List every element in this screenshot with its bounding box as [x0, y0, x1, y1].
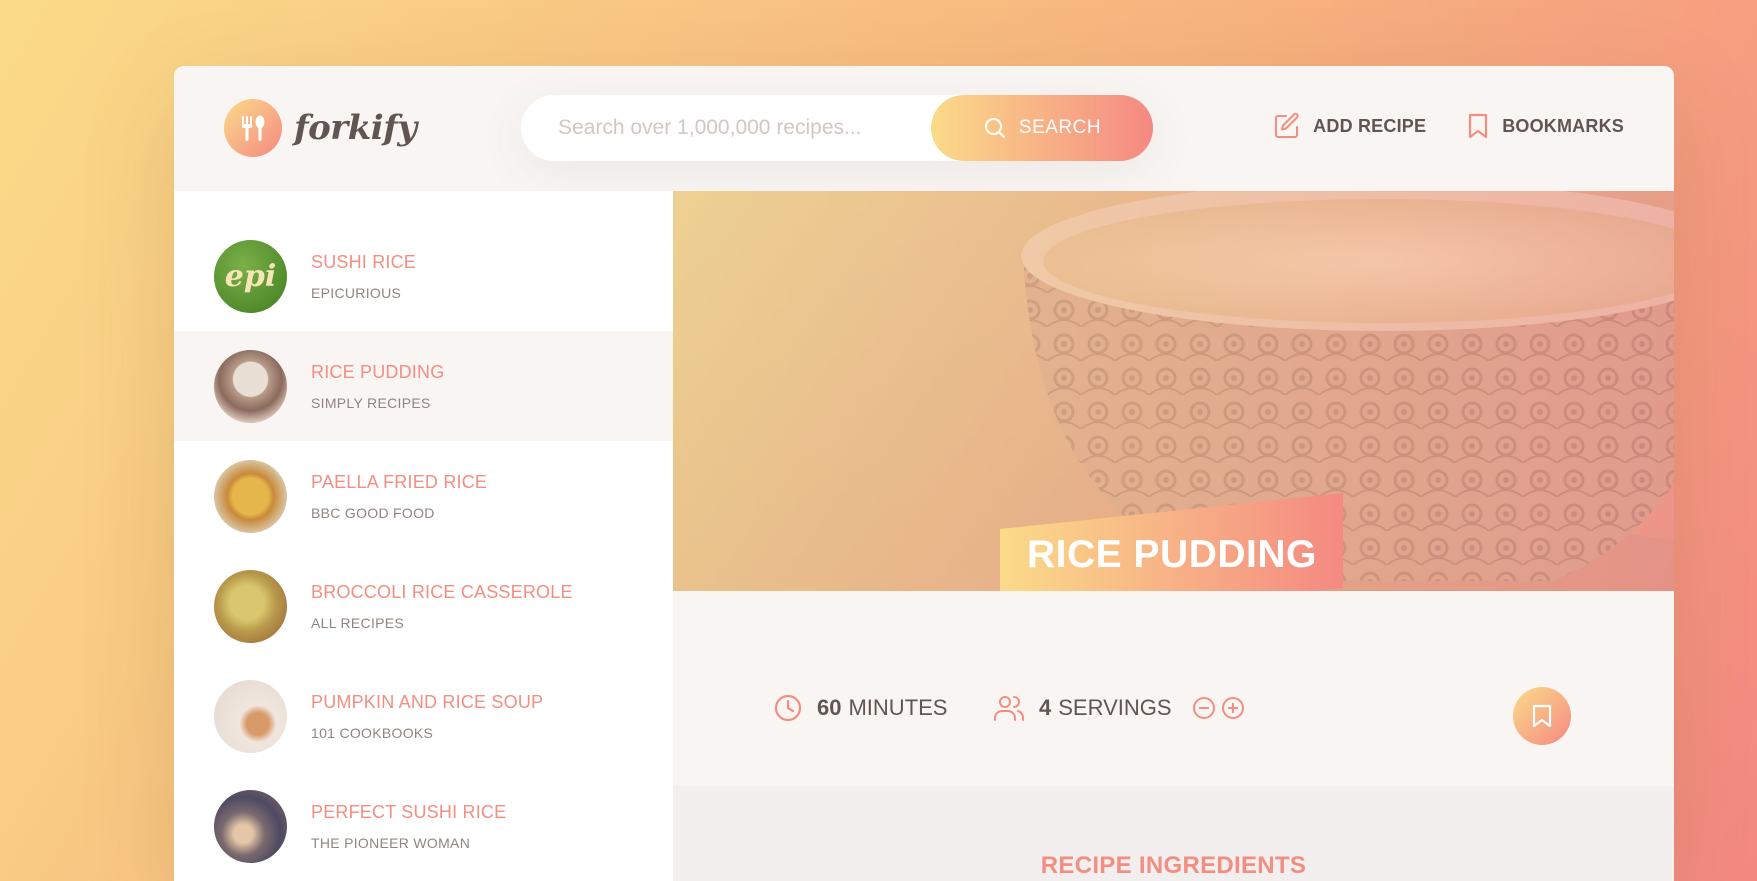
- fork-spoon-icon: [224, 99, 282, 157]
- result-title: BROCCOLI RICE CASSEROLE: [311, 581, 573, 602]
- epi-logo-text: epi: [225, 259, 276, 294]
- ingredients-heading: RECIPE INGREDIENTS: [1040, 852, 1307, 879]
- result-item[interactable]: BROCCOLI RICE CASSEROLE ALL RECIPES: [174, 551, 673, 661]
- search-form: SEARCH: [521, 95, 1153, 161]
- ingredients-section: RECIPE INGREDIENTS: [673, 786, 1674, 881]
- nav: ADD RECIPE BOOKMARKS: [1273, 112, 1624, 140]
- users-icon: [994, 696, 1024, 721]
- recipe-details: 60 MINUTES 4 SERVINGS: [673, 591, 1674, 786]
- logo[interactable]: forkify: [224, 99, 417, 157]
- recipe-title: RICE PUDDING: [1026, 532, 1317, 576]
- recipe-thumbnail: [214, 349, 287, 423]
- app-container: forkify SEARCH ADD RECIPE: [174, 66, 1674, 881]
- search-button[interactable]: SEARCH: [931, 95, 1153, 161]
- plus-circle-icon[interactable]: [1221, 696, 1245, 720]
- bookmarks-button[interactable]: BOOKMARKS: [1466, 112, 1624, 140]
- minutes-value: 60: [817, 695, 842, 720]
- cooking-time: 60 MINUTES: [773, 693, 947, 723]
- recipe-thumbnail: [214, 679, 287, 753]
- result-title: PUMPKIN AND RICE SOUP: [311, 691, 544, 712]
- result-title: RICE PUDDING: [311, 361, 445, 382]
- recipe-thumbnail: epi: [214, 239, 287, 313]
- result-publisher: BBC GOOD FOOD: [311, 504, 435, 521]
- servings-stepper: [1192, 696, 1245, 720]
- bookmark-recipe-button[interactable]: [1513, 687, 1571, 745]
- result-title: PAELLA FRIED RICE: [311, 471, 488, 492]
- servings-value: 4: [1039, 695, 1052, 720]
- servings-label: SERVINGS: [1058, 695, 1172, 720]
- result-item[interactable]: PAELLA FRIED RICE BBC GOOD FOOD: [174, 441, 673, 551]
- search-input[interactable]: [521, 95, 941, 161]
- servings: 4 SERVINGS: [993, 693, 1245, 723]
- recipe-thumbnail: [214, 789, 287, 863]
- recipe-thumbnail: [214, 569, 287, 643]
- add-recipe-label: ADD RECIPE: [1313, 115, 1427, 136]
- result-publisher: ALL RECIPES: [311, 614, 405, 631]
- result-publisher: SIMPLY RECIPES: [311, 394, 431, 411]
- add-recipe-button[interactable]: ADD RECIPE: [1273, 112, 1426, 140]
- recipe-view: RICE PUDDING 60 MINUTES 4 SERVINGS RECIP…: [673, 191, 1674, 881]
- search-icon: [984, 118, 1005, 138]
- result-item-active[interactable]: RICE PUDDING SIMPLY RECIPES: [174, 331, 673, 441]
- result-title: SUSHI RICE: [311, 251, 417, 272]
- result-title: PERFECT SUSHI RICE: [311, 801, 507, 822]
- header: forkify SEARCH ADD RECIPE: [174, 66, 1674, 191]
- result-item[interactable]: PUMPKIN AND RICE SOUP 101 COOKBOOKS: [174, 661, 673, 771]
- result-item[interactable]: PERFECT SUSHI RICE THE PIONEER WOMAN: [174, 771, 673, 881]
- recipe-image: RICE PUDDING: [673, 191, 1674, 591]
- clock-icon: [774, 694, 802, 722]
- result-publisher: 101 COOKBOOKS: [311, 724, 434, 741]
- bookmark-icon: [1532, 704, 1552, 728]
- recipe-thumbnail: [214, 459, 287, 533]
- result-publisher: THE PIONEER WOMAN: [311, 834, 471, 851]
- result-publisher: EPICURIOUS: [311, 284, 402, 301]
- logo-text: forkify: [294, 108, 417, 148]
- result-item[interactable]: epi SUSHI RICE EPICURIOUS: [174, 221, 673, 331]
- minus-circle-icon[interactable]: [1192, 696, 1216, 720]
- edit-icon: [1275, 112, 1299, 138]
- bookmarks-label: BOOKMARKS: [1502, 115, 1624, 136]
- search-button-label: SEARCH: [1018, 117, 1102, 138]
- minutes-label: MINUTES: [848, 695, 948, 720]
- bookmark-icon: [1469, 113, 1488, 139]
- search-results: epi SUSHI RICE EPICURIOUS RICE PUDDING S…: [174, 191, 673, 881]
